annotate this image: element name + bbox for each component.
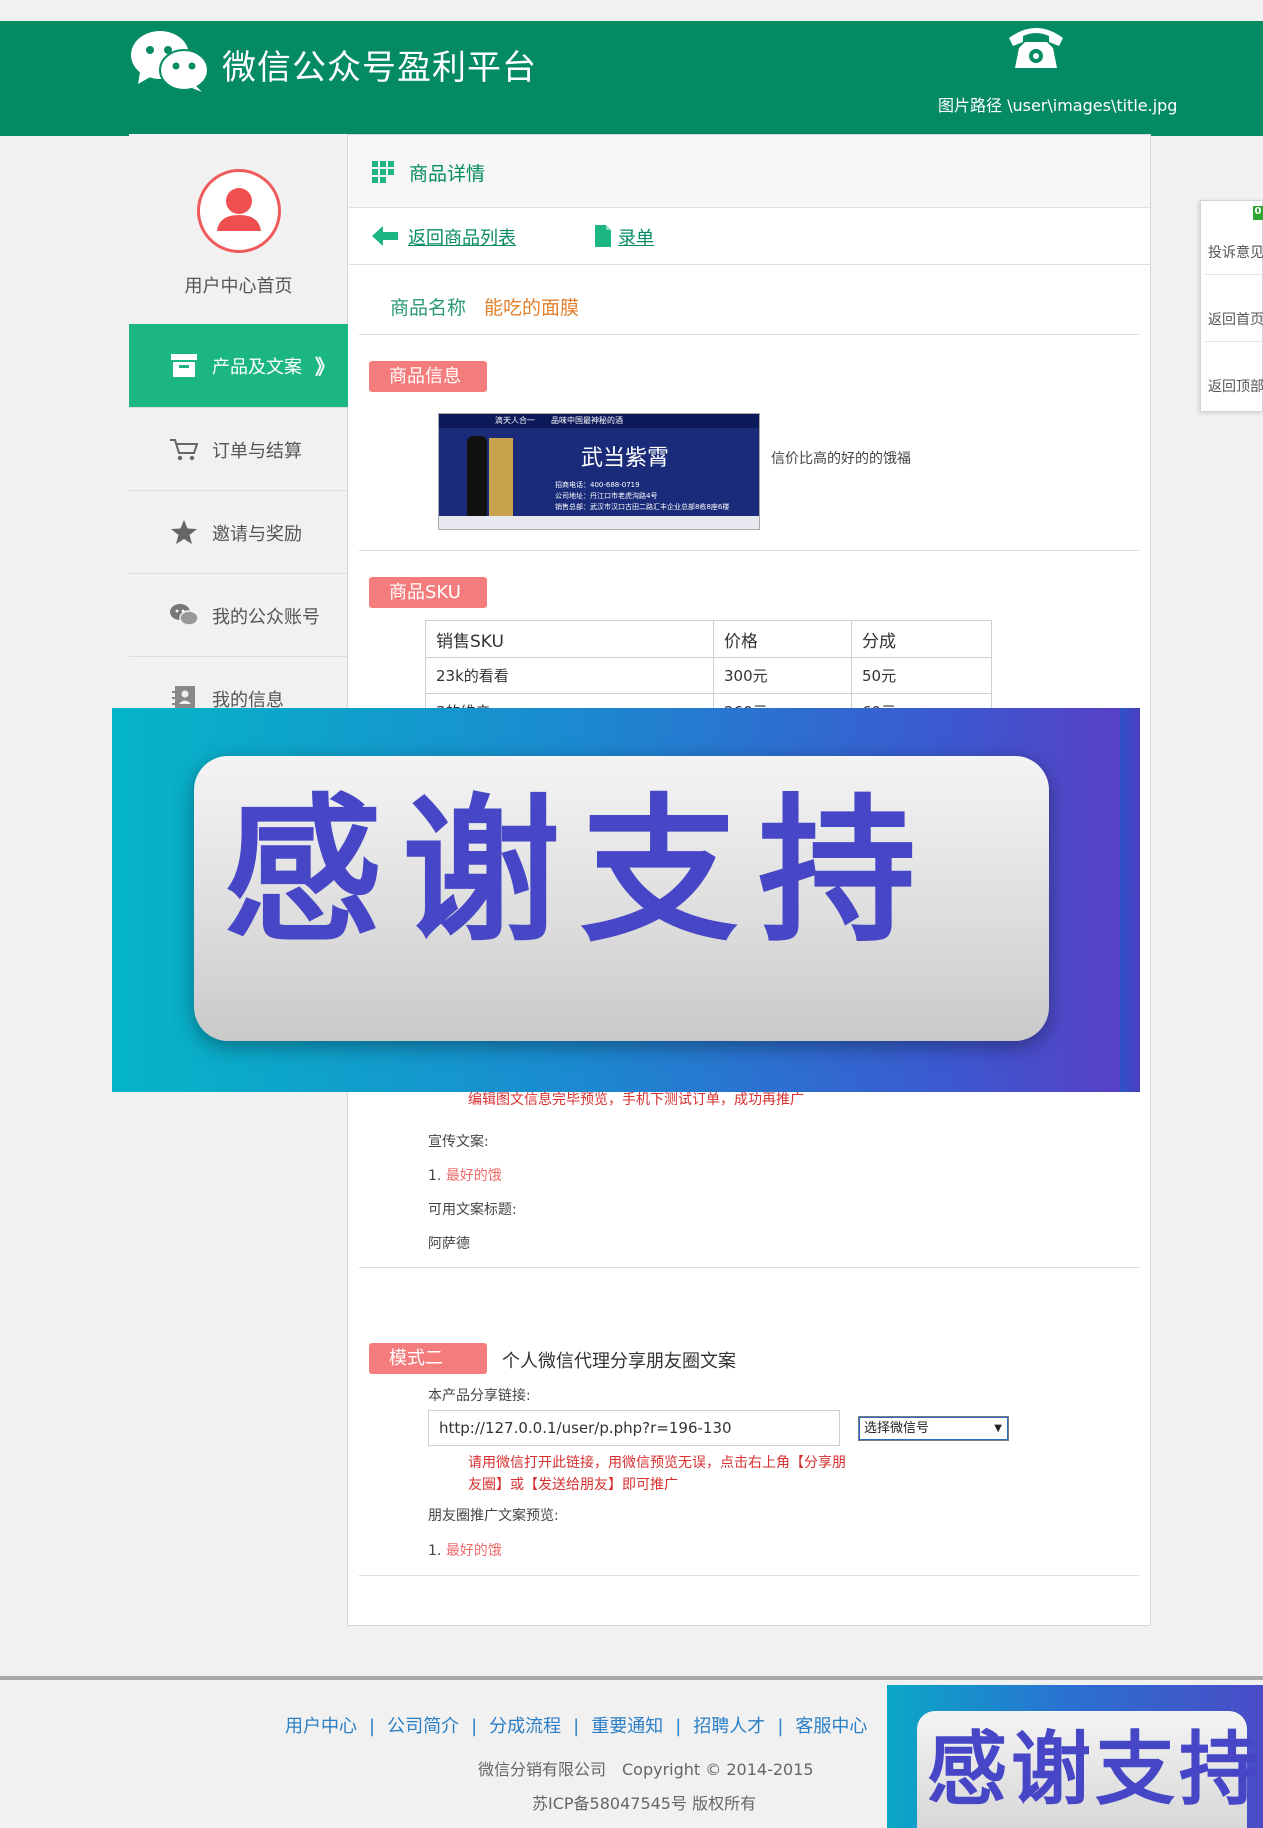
copy-label: 宣传文案: [428,1134,489,1150]
product-caption: 信价比高的好的的饿福 [771,451,911,467]
chevron-right-icon: 》 [315,355,335,379]
sidebar-item-orders[interactable]: 订单与结算 [129,407,348,490]
user-icon [217,188,261,231]
separator: | [573,1716,580,1737]
table-header-cell: 分成 [851,620,992,658]
wechat-account-select[interactable]: 选择微信号 ▼ [858,1416,1009,1441]
site-title: 微信公众号盈利平台 [222,48,537,88]
table-row: 23k的看看 300元 50元 [425,657,992,694]
separator: | [471,1716,478,1737]
select-value: 选择微信号 [864,1421,930,1436]
list-item: 1. 最好的饿 [428,1540,502,1560]
divider [359,550,1139,551]
table-header-cell: 销售SKU [425,620,714,658]
divider [359,334,1139,335]
divider [1205,341,1263,342]
feedback-link[interactable]: 投诉意见 [1208,242,1263,262]
share-tip-line: 请用微信打开此链接，用微信预览无误，点击右上角【分享朋 [468,1455,846,1471]
separator: | [675,1716,682,1737]
dropdown-caret-icon: ▼ [994,1423,1002,1434]
banner-edge [1120,708,1140,1092]
separator: | [369,1716,376,1737]
product-image-line: 招商电话：400-688-0719 [555,481,640,489]
product-image-footer [439,516,759,529]
back-to-list-link[interactable]: 返回商品列表 [408,224,516,250]
cart-icon [170,439,199,461]
product-name-value: 能吃的面膜 [484,297,580,319]
title-label: 可用文案标题: [428,1202,517,1218]
image-path-text: 图片路径 \user\images\title.jpg [938,96,1178,115]
title-value: 阿萨德 [428,1236,470,1252]
list-item: 1. 最好的饿 [428,1165,502,1185]
banner-text: 感谢支持 [224,780,936,964]
mode2-tag: 模式二 [369,1343,487,1374]
banner-text: 感谢支持 [927,1723,1263,1816]
gift-box-shape [489,438,513,520]
back-top-link[interactable]: 返回顶部 [1208,376,1263,396]
list-item-text: 最好的饿 [445,1543,502,1559]
product-image: 滴天人合一 品味中国最神秘的酒 武当紫霄 招商电话：400-688-0719 公… [438,413,760,530]
footer-link-user-center[interactable]: 用户中心 [285,1716,357,1737]
back-home-link[interactable]: 返回首页 [1208,309,1263,329]
divider [1205,274,1263,275]
thanks-banner-overlay: 感谢支持 [112,708,1140,1092]
sidebar-item-label: 我的公众账号 [212,607,320,628]
footer-link-about[interactable]: 公司简介 [387,1716,459,1737]
product-image-brand: 武当紫霄 [581,446,670,471]
sidebar-item-accounts[interactable]: 我的公众账号 [129,573,348,656]
sidebar-item-products[interactable]: 产品及文案 》 [129,324,348,407]
star-icon [171,520,197,544]
arrow-left-icon[interactable] [372,226,398,246]
user-center-home-link[interactable]: 用户中心首页 [129,272,348,298]
archive-box-icon [171,354,197,377]
divider [359,1267,1139,1268]
list-item-number: 1. [428,1543,442,1559]
footer-link-notice[interactable]: 重要通知 [591,1716,663,1737]
record-order-link[interactable]: 录单 [618,224,654,250]
share-tip-line: 友圈】或【发送给朋友】即可推广 [468,1477,678,1493]
notification-badge: 0 [1253,206,1263,220]
product-info-tag: 商品信息 [369,361,487,392]
product-image-lines: 招商电话：400-688-0719 公司地址：丹江口市老虎沟路4号 销售总部：武… [555,480,729,513]
sidebar-item-invite[interactable]: 邀请与奖励 [129,490,348,573]
sidebar-item-label: 邀请与奖励 [212,524,302,545]
list-item-number: 1. [428,1168,442,1184]
grid-icon [372,161,394,183]
separator: | [777,1716,784,1737]
moments-preview-label: 朋友圈推广文案预览: [428,1508,559,1524]
preview-tip: 编辑图文信息完毕预览，手机下测试订单，成功再推广 [468,1092,804,1108]
footer-link-process[interactable]: 分成流程 [489,1716,561,1737]
share-link-input[interactable] [428,1410,840,1446]
wechat-icon [170,604,199,626]
copyright-text: 微信分销有限公司 Copyright © 2014-2015 [478,1760,814,1779]
document-icon[interactable] [595,225,611,247]
avatar[interactable] [197,169,281,253]
footer-link-support[interactable]: 客服中心 [795,1716,867,1737]
footer-link-jobs[interactable]: 招聘人才 [693,1716,765,1737]
sidebar-item-label: 产品及文案 [212,357,302,378]
wechat-logo-icon [131,31,209,92]
phone-icon [1009,28,1063,68]
list-item-text: 最好的饿 [445,1168,502,1184]
product-image-line: 公司地址：丹江口市老虎沟路4号 [555,492,658,500]
table-header-cell: 价格 [713,620,852,658]
product-name-label: 商品名称 [390,297,467,319]
divider [349,264,1150,265]
product-image-line: 销售总部：武汉市汉口古田二路汇丰企业总部8栋8座6楼 [555,503,730,511]
bottle-shape [467,436,487,516]
table-cell: 23k的看看 [425,657,714,694]
divider [359,1575,1139,1576]
table-cell: 300元 [713,657,852,694]
share-link-label: 本产品分享链接: [428,1388,531,1404]
footer-links: 用户中心 | 公司简介 | 分成流程 | 重要通知 | 招聘人才 | 客服中心 [285,1712,867,1738]
thanks-banner-corner: 感谢支持 [887,1685,1263,1828]
sidebar-item-label: 订单与结算 [212,441,302,462]
mode2-title: 个人微信代理分享朋友圈文案 [502,1351,736,1372]
table-header-row: 销售SKU 价格 分成 [425,620,992,658]
table-cell: 50元 [851,657,992,694]
product-image-top-line: 滴天人合一 品味中国最神秘的酒 [439,414,759,428]
page-title: 商品详情 [409,163,486,185]
icp-text: 苏ICP备58047545号 版权所有 [532,1794,757,1813]
sku-tag: 商品SKU [369,577,487,608]
